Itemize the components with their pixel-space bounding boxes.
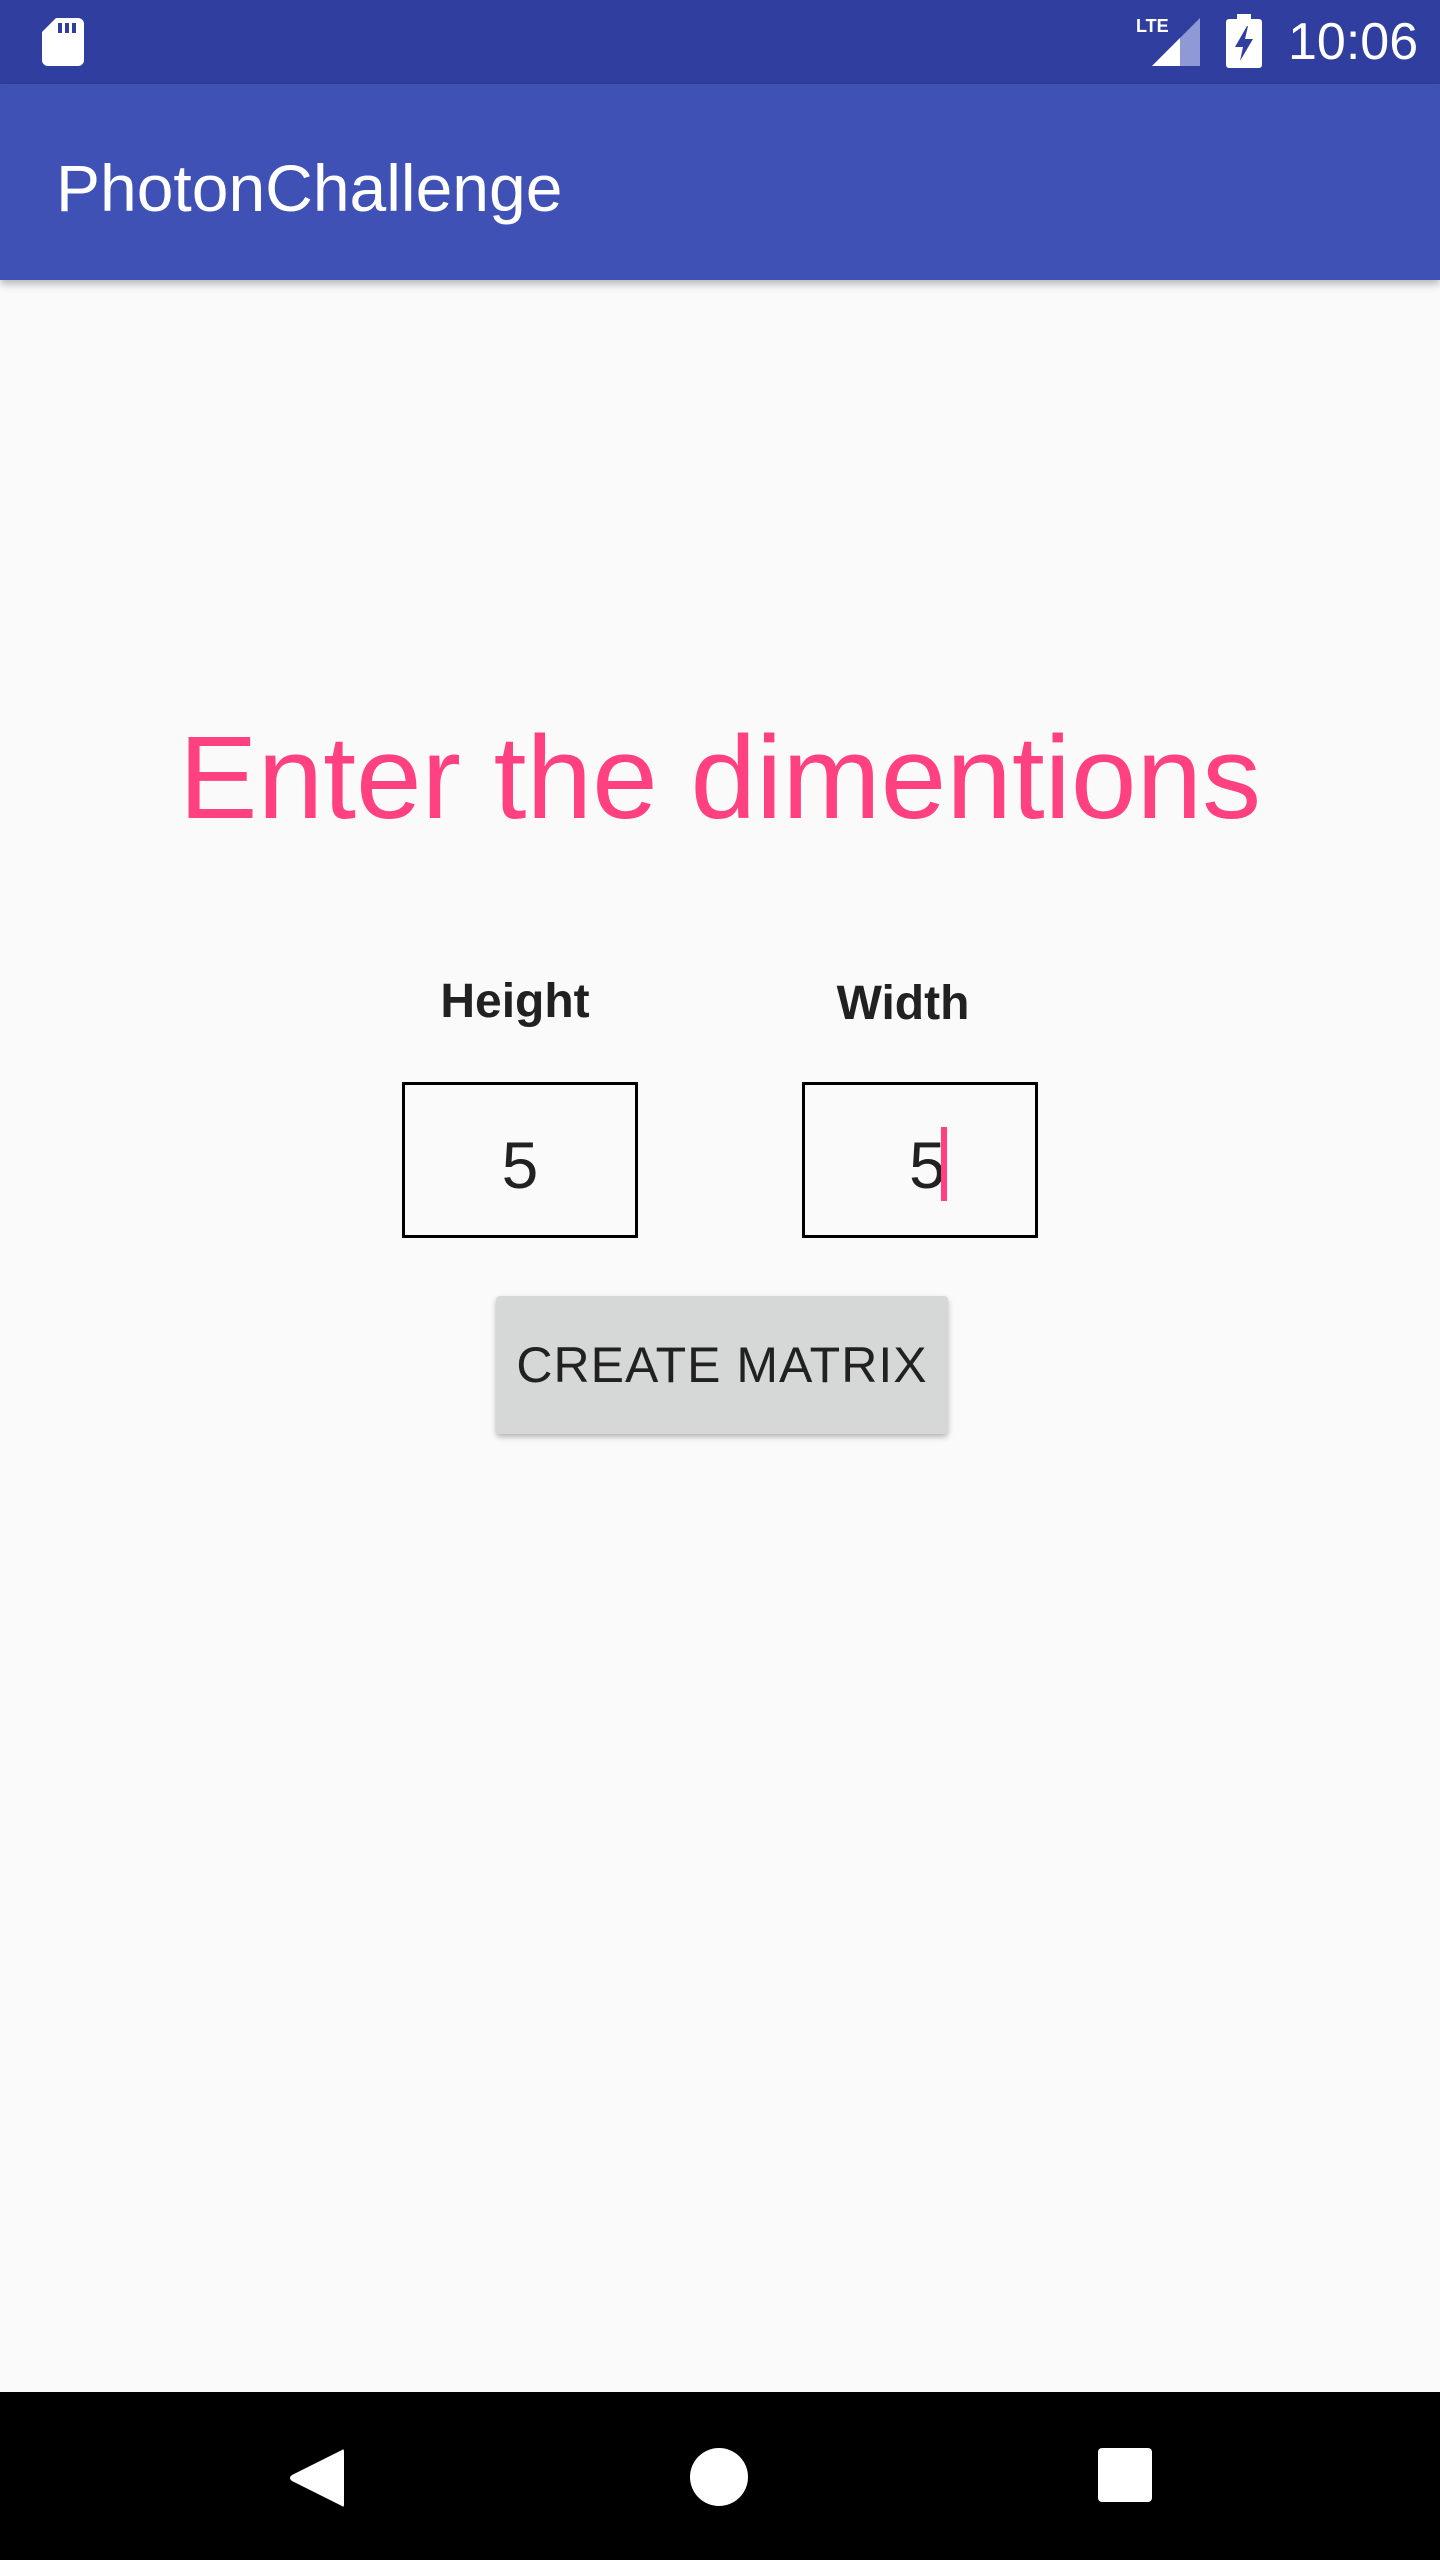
status-clock: 10:06 (1288, 13, 1419, 71)
app-title: PhotonChallenge (56, 151, 563, 225)
height-label: Height (440, 975, 590, 1028)
recent-apps-icon[interactable] (1098, 2448, 1152, 2502)
text-cursor (941, 1127, 947, 1201)
navigation-bar (0, 2392, 1440, 2560)
sd-card-icon (42, 18, 84, 66)
width-label: Width (836, 977, 970, 1030)
height-input[interactable]: 5 (402, 1082, 638, 1238)
status-bar: LTE 10:06 (0, 0, 1440, 84)
app-bar: PhotonChallenge (0, 84, 1440, 280)
svg-text:LTE: LTE (1136, 16, 1169, 36)
home-icon[interactable] (690, 2448, 748, 2506)
height-input-value: 5 (501, 1128, 539, 1202)
create-matrix-button[interactable]: CREATE MATRIX (496, 1296, 948, 1434)
battery-charging-icon (1226, 14, 1262, 68)
lte-signal-icon: LTE (1136, 16, 1200, 66)
width-input[interactable]: 5 (802, 1082, 1038, 1238)
back-icon[interactable] (288, 2446, 344, 2510)
page-heading: Enter the dimentions (178, 712, 1262, 844)
